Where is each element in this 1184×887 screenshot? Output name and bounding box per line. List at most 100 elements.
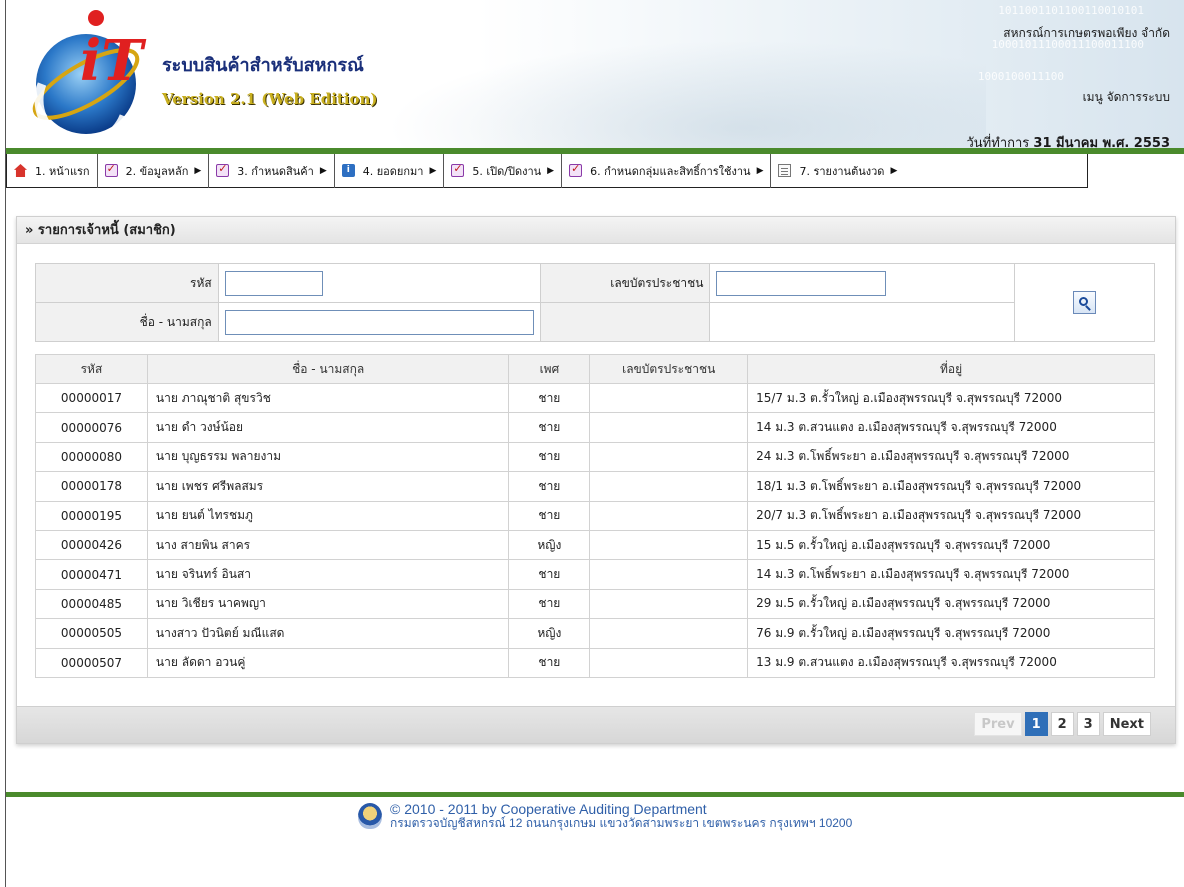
work-date-label: วันที่ทำการ bbox=[966, 136, 1030, 148]
cell-code: 00000485 bbox=[35, 588, 148, 620]
cell-id-card bbox=[589, 471, 749, 502]
next-page-button[interactable]: Next bbox=[1102, 712, 1151, 736]
cell-sex: ชาย bbox=[508, 647, 591, 678]
table-row[interactable]: 00000426 นาง สายพิน สาคร หญิง 15 ม.5 ต.ร… bbox=[35, 529, 1155, 561]
work-date-value: 31 มีนาคม พ.ศ. 2553 bbox=[1033, 136, 1170, 148]
menu-item-label: 1. หน้าแรก bbox=[35, 164, 90, 178]
menu-item-label: 3. กำหนดสินค้า bbox=[237, 164, 314, 178]
submenu-arrow-icon: ▶ bbox=[429, 165, 437, 176]
checklist-icon bbox=[216, 162, 230, 177]
page-1-button[interactable]: 1 bbox=[1024, 712, 1048, 736]
header-binary-3: 1000100011100 bbox=[977, 70, 1064, 83]
creditor-table: รหัส ชื่อ - นามสกุล เพศ เลขบัตรประชาชน ท… bbox=[35, 354, 1155, 678]
admin-menu-link[interactable]: เมนู จัดการระบบ bbox=[1083, 88, 1170, 107]
table-row[interactable]: 00000178 นาย เพชร ศรีพลสมร ชาย 18/1 ม.3 … bbox=[35, 471, 1155, 502]
submenu-arrow-icon: ▶ bbox=[756, 165, 764, 176]
code-input[interactable] bbox=[224, 270, 323, 296]
menu-item-product-setup[interactable]: 3. กำหนดสินค้า ▶ bbox=[209, 153, 335, 188]
panel-title: » รายการเจ้าหนี้ (สมาชิก) bbox=[17, 217, 1175, 244]
id-card-input[interactable] bbox=[716, 270, 887, 296]
menu-item-open-close-work[interactable]: 5. เปิด/ปิดงาน ▶ bbox=[444, 153, 563, 188]
table-row[interactable]: 00000505 นางสาว ปัวนิตย์ มณีแสด หญิง 76 … bbox=[35, 618, 1155, 649]
cell-id-card bbox=[589, 529, 749, 561]
id-card-cell bbox=[709, 263, 1016, 303]
name-label: ชื่อ - นามสกุล bbox=[35, 302, 219, 342]
column-header-sex[interactable]: เพศ bbox=[508, 354, 591, 384]
cell-name: นาย เพชร ศรีพลสมร bbox=[146, 471, 510, 502]
document-icon bbox=[778, 164, 792, 177]
submenu-arrow-icon: ▶ bbox=[890, 165, 898, 176]
cell-id-card bbox=[589, 588, 749, 620]
page-3-button[interactable]: 3 bbox=[1076, 712, 1100, 736]
cell-code: 00000426 bbox=[35, 529, 148, 561]
table-row[interactable]: 00000507 นาย ลัดดา อวนคู่ ชาย 13 ม.9 ต.ส… bbox=[35, 647, 1155, 678]
column-header-code[interactable]: รหัส bbox=[35, 354, 148, 384]
cell-address: 15 ม.5 ต.รั้วใหญ่ อ.เมืองสุพรรณบุรี จ.สุ… bbox=[747, 529, 1155, 561]
cell-sex: ชาย bbox=[508, 471, 591, 502]
cell-address: 29 ม.5 ต.รั้วใหญ่ อ.เมืองสุพรรณบุรี จ.สุ… bbox=[747, 588, 1155, 620]
cell-id-card bbox=[589, 441, 749, 473]
empty-label-cell bbox=[539, 302, 711, 342]
cell-sex: ชาย bbox=[508, 588, 591, 620]
table-row[interactable]: 00000080 นาย บุญธรรม พลายงาม ชาย 24 ม.3 … bbox=[35, 441, 1155, 473]
table-row[interactable]: 00000195 นาย ยนต์ ไทรชมภู ชาย 20/7 ม.3 ต… bbox=[35, 500, 1155, 531]
cell-address: 14 ม.3 ต.สวนแตง อ.เมืองสุพรรณบุรี จ.สุพร… bbox=[747, 412, 1155, 443]
cell-address: 14 ม.3 ต.โพธิ์พระยา อ.เมืองสุพรรณบุรี จ.… bbox=[747, 559, 1155, 590]
code-label: รหัส bbox=[35, 263, 219, 303]
menu-item-master-data[interactable]: 2. ข้อมูลหลัก ▶ bbox=[98, 153, 210, 188]
table-row[interactable]: 00000485 นาย วิเชียร นาคพญา ชาย 29 ม.5 ต… bbox=[35, 588, 1155, 620]
cell-address: 24 ม.3 ต.โพธิ์พระยา อ.เมืองสุพรรณบุรี จ.… bbox=[747, 441, 1155, 473]
checklist-icon bbox=[569, 162, 583, 177]
column-header-id-card[interactable]: เลขบัตรประชาชน bbox=[589, 354, 749, 384]
creditor-list-panel: » รายการเจ้าหนี้ (สมาชิก) รหัส เลขบัตรปร… bbox=[16, 216, 1176, 744]
menu-item-groups-permissions[interactable]: 6. กำหนดกลุ่มและสิทธิ์การใช้งาน ▶ bbox=[562, 153, 772, 188]
table-row[interactable]: 00000076 นาย ดำ วงษ์น้อย ชาย 14 ม.3 ต.สว… bbox=[35, 412, 1155, 443]
cell-id-card bbox=[589, 382, 749, 414]
page-2-button[interactable]: 2 bbox=[1050, 712, 1074, 736]
cell-code: 00000505 bbox=[35, 618, 148, 649]
menu-item-label: 4. ยอดยกมา bbox=[362, 164, 424, 178]
page-footer: © 2010 - 2011 by Cooperative Auditing De… bbox=[358, 802, 852, 830]
cell-code: 00000178 bbox=[35, 471, 148, 502]
code-cell bbox=[217, 263, 541, 303]
cell-address: 13 ม.9 ต.สวนแตง อ.เมืองสุพรรณบุรี จ.สุพร… bbox=[747, 647, 1155, 678]
empty-input-cell bbox=[709, 302, 1016, 342]
app-header: 1011001101100110010101 10001011100011100… bbox=[6, 0, 1184, 148]
name-input[interactable] bbox=[224, 309, 534, 335]
menu-item-home[interactable]: 1. หน้าแรก bbox=[7, 153, 98, 188]
cell-code: 00000195 bbox=[35, 500, 148, 531]
cell-sex: หญิง bbox=[508, 618, 591, 649]
prev-page-button[interactable]: Prev bbox=[974, 712, 1022, 736]
cell-sex: ชาย bbox=[508, 412, 591, 443]
column-header-name[interactable]: ชื่อ - นามสกุล bbox=[146, 354, 510, 384]
footer-divider bbox=[6, 792, 1184, 797]
pagination: Prev 1 2 3 Next bbox=[974, 712, 1151, 736]
column-header-address[interactable]: ที่อยู่ bbox=[747, 354, 1155, 384]
search-button[interactable] bbox=[1073, 291, 1097, 314]
table-row[interactable]: 00000471 นาย จรินทร์ อินสา ชาย 14 ม.3 ต.… bbox=[35, 559, 1155, 590]
organization-name: สหกรณ์การเกษตรพอเพียง จำกัด bbox=[1003, 26, 1170, 40]
cell-sex: ชาย bbox=[508, 382, 591, 414]
cell-sex: ชาย bbox=[508, 441, 591, 473]
cell-id-card bbox=[589, 500, 749, 531]
cell-address: 20/7 ม.3 ต.โพธิ์พระยา อ.เมืองสุพรรณบุรี … bbox=[747, 500, 1155, 531]
header-binary-1: 1011001101100110010101 bbox=[998, 4, 1144, 17]
id-card-label: เลขบัตรประชาชน bbox=[539, 263, 711, 303]
menu-item-opening-balance[interactable]: i 4. ยอดยกมา ▶ bbox=[335, 153, 445, 188]
cell-id-card bbox=[589, 647, 749, 678]
app-title: ระบบสินค้าสำหรับสหกรณ์ bbox=[162, 55, 364, 76]
cell-id-card bbox=[589, 559, 749, 590]
work-date: วันที่ทำการ 31 มีนาคม พ.ศ. 2553 bbox=[967, 132, 1171, 148]
menu-item-label: 6. กำหนดกลุ่มและสิทธิ์การใช้งาน bbox=[590, 164, 751, 178]
main-menu: 1. หน้าแรก 2. ข้อมูลหลัก ▶ 3. กำหนดสินค้… bbox=[6, 153, 1088, 188]
header-decoration bbox=[386, 40, 986, 148]
table-row[interactable]: 00000017 นาย ภาณุชาติ สุขรวิช ชาย 15/7 ม… bbox=[35, 382, 1155, 414]
cell-code: 00000017 bbox=[35, 382, 148, 414]
cell-name: นาย ภาณุชาติ สุขรวิช bbox=[146, 382, 510, 414]
cell-id-card bbox=[589, 412, 749, 443]
app-version: Version 2.1 (Web Edition) bbox=[162, 90, 378, 108]
cell-name: นางสาว ปัวนิตย์ มณีแสด bbox=[146, 618, 510, 649]
cell-name: นาย ยนต์ ไทรชมภู bbox=[146, 500, 510, 531]
menu-item-opening-reports[interactable]: 7. รายงานต้นงวด ▶ bbox=[771, 154, 904, 188]
cell-name: นาย จรินทร์ อินสา bbox=[146, 559, 510, 590]
